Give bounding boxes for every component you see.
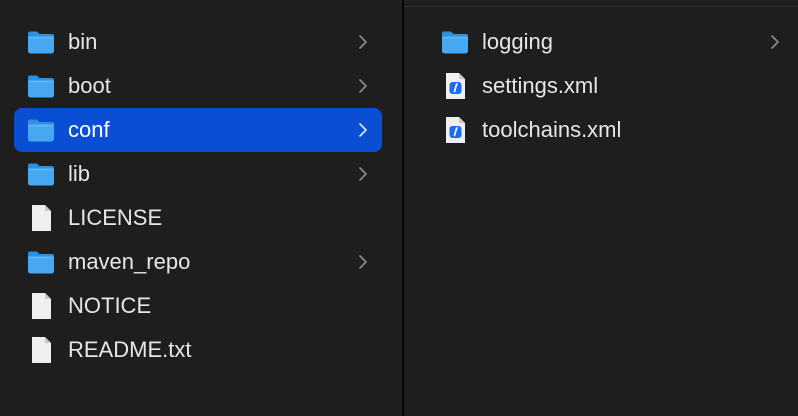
list-item-label: LICENSE: [68, 205, 163, 230]
chevron-right-icon: [359, 123, 367, 137]
chevron-right-icon: [359, 35, 367, 49]
finder-column-view: bin boot conf lib LICENSE maven_repo NOT…: [0, 0, 798, 416]
list-item-notice[interactable]: NOTICE: [14, 284, 382, 328]
list-item-label: NOTICE: [68, 293, 152, 318]
list-item-label: boot: [68, 73, 111, 98]
list-item-readme[interactable]: README.txt: [14, 328, 382, 372]
list-item-maven-repo[interactable]: maven_repo: [14, 240, 382, 284]
list-item-conf[interactable]: conf: [14, 108, 382, 152]
list-item-lib[interactable]: lib: [14, 152, 382, 196]
xml-file-icon: [446, 73, 465, 99]
list-item-label: bin: [68, 29, 98, 54]
list-item-boot[interactable]: boot: [14, 64, 382, 108]
folder-icon: [28, 31, 54, 54]
folder-icon: [28, 119, 54, 142]
list-item-label: lib: [68, 161, 91, 186]
chevron-right-icon: [359, 79, 367, 93]
xml-file-icon: [446, 117, 465, 143]
list-item-settings-xml[interactable]: settings.xml: [428, 64, 798, 108]
column-root: bin boot conf lib LICENSE maven_repo NOT…: [0, 0, 402, 416]
list-item-label: maven_repo: [68, 249, 191, 274]
list-item-license[interactable]: LICENSE: [14, 196, 382, 240]
list-item-label: conf: [68, 117, 110, 142]
list-item-label: settings.xml: [482, 73, 599, 98]
chevron-right-icon: [359, 255, 367, 269]
list-item-label: toolchains.xml: [482, 117, 622, 142]
chevron-right-icon: [359, 167, 367, 181]
list-item-label: logging: [482, 29, 553, 54]
folder-icon: [28, 163, 54, 186]
document-icon: [32, 205, 51, 231]
chevron-right-icon: [771, 35, 779, 49]
list-item-bin[interactable]: bin: [14, 20, 382, 64]
list-item-toolchains-xml[interactable]: toolchains.xml: [428, 108, 798, 152]
document-icon: [32, 293, 51, 319]
folder-icon: [28, 75, 54, 98]
list-item-logging[interactable]: logging: [428, 20, 798, 64]
column-conf: logging settings.xml toolchains.xml: [404, 0, 798, 416]
list-item-label: README.txt: [68, 337, 192, 362]
folder-icon: [442, 31, 468, 54]
folder-icon: [28, 251, 54, 274]
document-icon: [32, 337, 51, 363]
